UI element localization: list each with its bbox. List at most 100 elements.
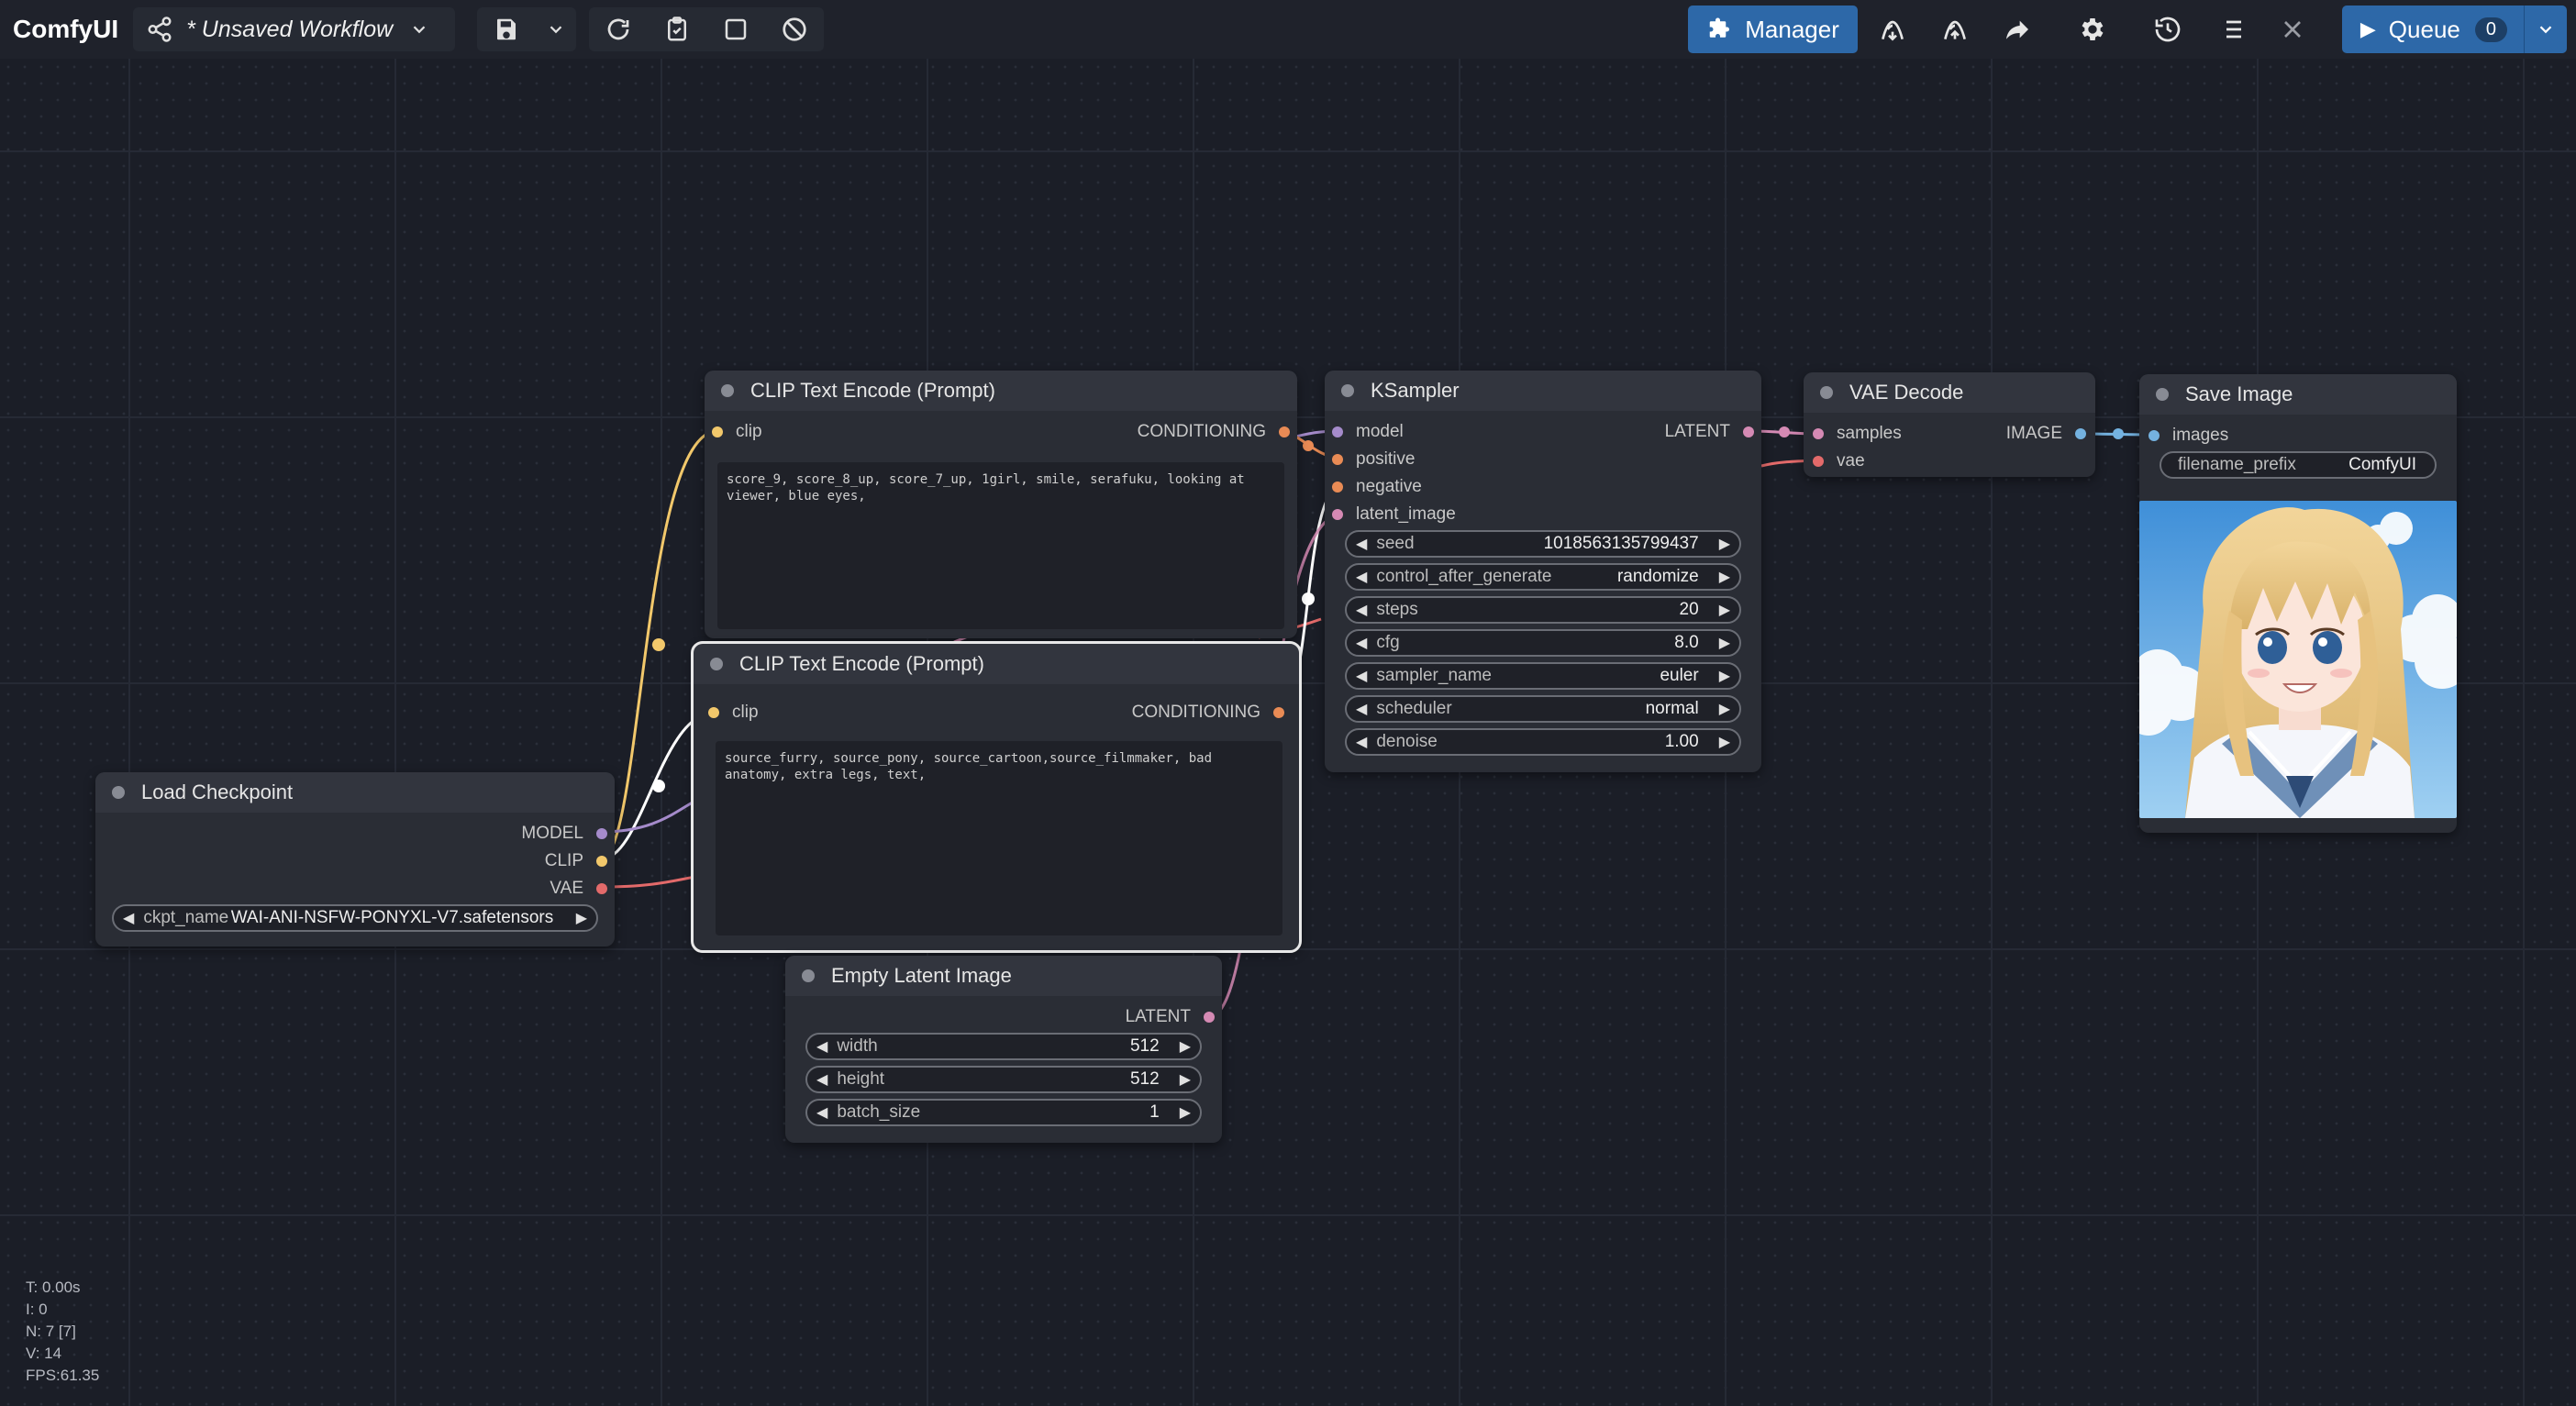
- node-collapse-dot[interactable]: [721, 384, 734, 397]
- decrement-arrow-icon[interactable]: ◀: [1347, 601, 1376, 619]
- node-collapse-dot[interactable]: [1341, 384, 1354, 397]
- history-button[interactable]: [2137, 6, 2199, 53]
- widget-ckpt-name[interactable]: ◀ ckpt_name WAI-ANI-NSFW-PONYXL-V7.safet…: [112, 904, 598, 932]
- decrement-arrow-icon[interactable]: ◀: [807, 1103, 837, 1122]
- decrement-arrow-icon[interactable]: ◀: [1347, 667, 1376, 685]
- widget-sampler-name[interactable]: ◀ sampler_name euler ▶: [1345, 662, 1741, 690]
- node-collapse-dot[interactable]: [1820, 386, 1833, 399]
- prompt-text-negative[interactable]: source_furry, source_pony, source_cartoo…: [716, 741, 1282, 935]
- output-slot-image[interactable]: IMAGE: [2006, 424, 2086, 444]
- increment-arrow-icon[interactable]: ▶: [1710, 601, 1739, 619]
- node-title-bar[interactable]: VAE Decode: [1804, 372, 2095, 413]
- model-upload-button[interactable]: [1924, 6, 1986, 53]
- slot-dot[interactable]: [1332, 454, 1343, 465]
- increment-arrow-icon[interactable]: ▶: [1710, 667, 1739, 685]
- increment-arrow-icon[interactable]: ▶: [1710, 700, 1739, 718]
- decrement-arrow-icon[interactable]: ◀: [1347, 535, 1376, 553]
- increment-arrow-icon[interactable]: ▶: [1710, 733, 1739, 751]
- decrement-arrow-icon[interactable]: ◀: [1347, 733, 1376, 751]
- slot-dot[interactable]: [1273, 707, 1284, 718]
- increment-arrow-icon[interactable]: ▶: [567, 909, 596, 927]
- node-collapse-dot[interactable]: [2156, 388, 2169, 401]
- decrement-arrow-icon[interactable]: ◀: [807, 1070, 837, 1089]
- prompt-text-positive[interactable]: score_9, score_8_up, score_7_up, 1girl, …: [717, 462, 1284, 629]
- slot-dot[interactable]: [1332, 482, 1343, 493]
- widget-batch-size[interactable]: ◀ batch_size 1 ▶: [805, 1099, 1202, 1126]
- queue-list-button[interactable]: [2199, 6, 2261, 53]
- slot-dot[interactable]: [1204, 1012, 1215, 1023]
- node-vae-decode[interactable]: VAE Decode samples vae IMAGE: [1804, 372, 2095, 477]
- clear-workflow-button[interactable]: [765, 7, 824, 51]
- slot-dot[interactable]: [2149, 430, 2160, 441]
- input-slot-latent-image[interactable]: latent_image: [1332, 504, 1456, 525]
- slot-dot[interactable]: [1813, 456, 1824, 467]
- output-slot-latent[interactable]: LATENT: [1126, 1007, 1215, 1027]
- input-slot-positive[interactable]: positive: [1332, 449, 1415, 470]
- increment-arrow-icon[interactable]: ▶: [1171, 1103, 1200, 1122]
- decrement-arrow-icon[interactable]: ◀: [807, 1037, 837, 1056]
- node-title-bar[interactable]: CLIP Text Encode (Prompt): [694, 644, 1299, 684]
- slot-dot[interactable]: [2075, 428, 2086, 439]
- widget-steps[interactable]: ◀ steps 20 ▶: [1345, 596, 1741, 624]
- node-title-bar[interactable]: KSampler: [1325, 371, 1761, 411]
- slot-dot[interactable]: [712, 426, 723, 437]
- input-slot-model[interactable]: model: [1332, 422, 1404, 442]
- node-ksampler[interactable]: KSampler model positive negative latent_…: [1325, 371, 1761, 772]
- widget-denoise[interactable]: ◀ denoise 1.00 ▶: [1345, 728, 1741, 756]
- increment-arrow-icon[interactable]: ▶: [1171, 1070, 1200, 1089]
- widget-seed[interactable]: ◀ seed 1018563135799437 ▶: [1345, 530, 1741, 558]
- widget-scheduler[interactable]: ◀ scheduler normal ▶: [1345, 695, 1741, 723]
- decrement-arrow-icon[interactable]: ◀: [1347, 568, 1376, 586]
- widget-cfg[interactable]: ◀ cfg 8.0 ▶: [1345, 629, 1741, 657]
- slot-dot[interactable]: [1813, 428, 1824, 439]
- input-slot-vae[interactable]: vae: [1813, 451, 1865, 471]
- slot-dot[interactable]: [1332, 426, 1343, 437]
- manager-button[interactable]: Manager: [1688, 6, 1858, 53]
- decrement-arrow-icon[interactable]: ◀: [1347, 700, 1376, 718]
- node-collapse-dot[interactable]: [802, 969, 815, 982]
- output-slot-clip[interactable]: CLIP: [545, 851, 607, 871]
- increment-arrow-icon[interactable]: ▶: [1710, 634, 1739, 652]
- node-title-bar[interactable]: Save Image: [2139, 374, 2457, 415]
- workflow-tab[interactable]: * Unsaved Workflow: [133, 7, 456, 51]
- input-slot-images[interactable]: images: [2149, 426, 2228, 446]
- queue-options-button[interactable]: [2524, 6, 2567, 53]
- chevron-down-icon[interactable]: [409, 19, 429, 39]
- slot-dot[interactable]: [1279, 426, 1290, 437]
- output-slot-model[interactable]: MODEL: [521, 824, 607, 844]
- slot-dot[interactable]: [1743, 426, 1754, 437]
- settings-button[interactable]: [2061, 6, 2124, 53]
- input-slot-clip[interactable]: clip: [708, 703, 759, 723]
- node-clip-text-encode-negative[interactable]: CLIP Text Encode (Prompt) clip CONDITION…: [691, 641, 1302, 953]
- node-title-bar[interactable]: CLIP Text Encode (Prompt): [705, 371, 1297, 411]
- slot-dot[interactable]: [596, 883, 607, 894]
- input-slot-clip[interactable]: clip: [712, 422, 762, 442]
- input-slot-samples[interactable]: samples: [1813, 424, 1902, 444]
- input-slot-negative[interactable]: negative: [1332, 477, 1422, 497]
- slot-dot[interactable]: [596, 828, 607, 839]
- node-title-bar[interactable]: Load Checkpoint: [95, 772, 615, 813]
- node-empty-latent-image[interactable]: Empty Latent Image LATENT ◀ width 512 ▶ …: [785, 956, 1222, 1143]
- slot-dot[interactable]: [596, 856, 607, 867]
- increment-arrow-icon[interactable]: ▶: [1710, 568, 1739, 586]
- slot-dot[interactable]: [1332, 509, 1343, 520]
- refresh-button[interactable]: [589, 7, 648, 51]
- widget-height[interactable]: ◀ height 512 ▶: [805, 1066, 1202, 1093]
- save-button[interactable]: [477, 7, 536, 51]
- increment-arrow-icon[interactable]: ▶: [1710, 535, 1739, 553]
- widget-control-after-generate[interactable]: ◀ control_after_generate randomize ▶: [1345, 563, 1741, 591]
- widget-width[interactable]: ◀ width 512 ▶: [805, 1033, 1202, 1060]
- close-button[interactable]: [2261, 6, 2324, 53]
- node-load-checkpoint[interactable]: Load Checkpoint MODEL CLIP VAE ◀ ckpt_na…: [95, 772, 615, 947]
- fit-view-button[interactable]: [706, 7, 765, 51]
- node-collapse-dot[interactable]: [112, 786, 125, 799]
- increment-arrow-icon[interactable]: ▶: [1171, 1037, 1200, 1056]
- output-slot-latent[interactable]: LATENT: [1665, 422, 1754, 442]
- clipspace-button[interactable]: [648, 7, 706, 51]
- generated-image-preview[interactable]: [2139, 501, 2457, 818]
- output-slot-conditioning[interactable]: CONDITIONING: [1138, 422, 1290, 442]
- decrement-arrow-icon[interactable]: ◀: [114, 909, 143, 927]
- save-options-button[interactable]: [536, 7, 576, 51]
- decrement-arrow-icon[interactable]: ◀: [1347, 634, 1376, 652]
- output-slot-vae[interactable]: VAE: [550, 879, 607, 899]
